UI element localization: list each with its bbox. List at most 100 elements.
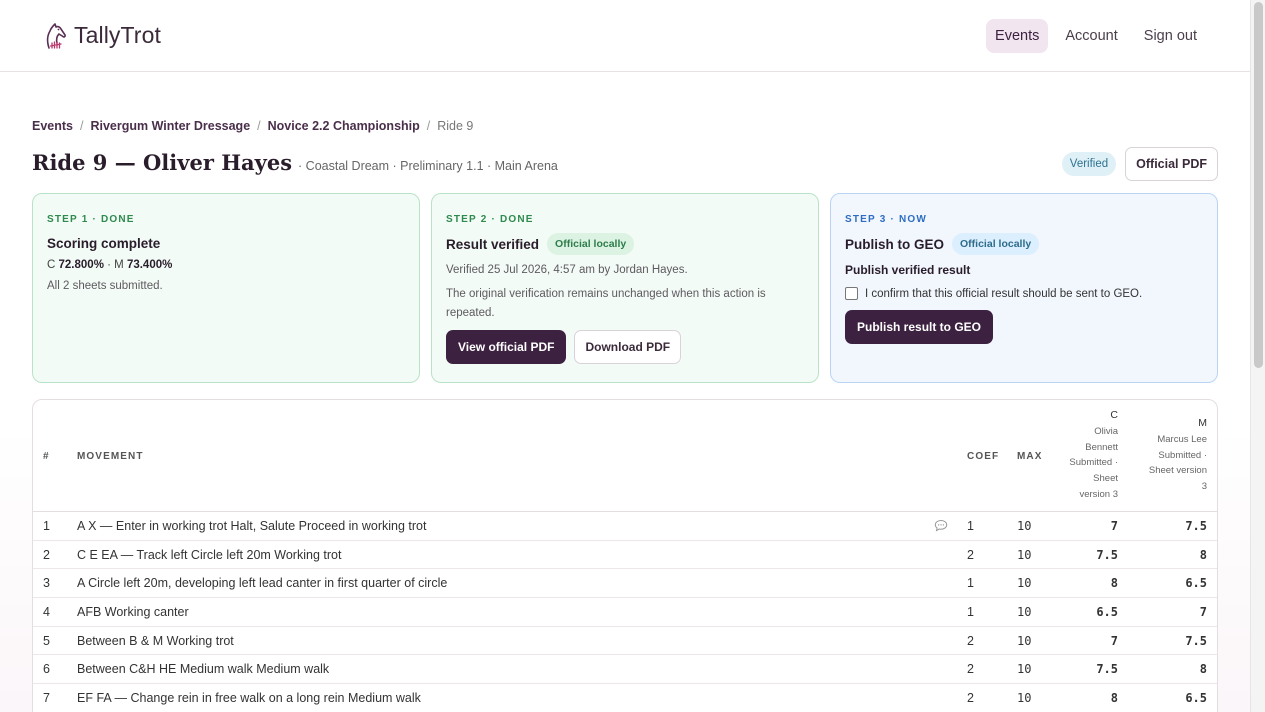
row-number: 4: [43, 605, 50, 620]
table-row: 7 EF FA — Change rein in free walk on a l…: [33, 684, 1217, 712]
judge-c-header: C Olivia Bennett Submitted · Sheet versi…: [1048, 408, 1118, 503]
ride-subtitle: · Coastal Dream · Preliminary 1.1 · Main…: [298, 159, 558, 173]
step-label: STEP 1 · DONE: [47, 214, 135, 225]
row-max: 10: [1017, 662, 1032, 677]
sheet-label: Sheet: [1093, 473, 1118, 485]
row-number: 3: [43, 576, 50, 591]
table-row: 4 AFB Working canter 1 10 6.5 7: [33, 598, 1217, 627]
comment-icon[interactable]: [934, 519, 948, 532]
step-heading: Publish to GEO Official locally: [845, 233, 1203, 255]
row-movement: EF FA — Change rein in free walk on a lo…: [77, 691, 421, 706]
page-scrollbar[interactable]: [1250, 0, 1265, 712]
row-judge-m-score: 8: [1199, 547, 1207, 562]
row-coef: 2: [967, 662, 974, 677]
sheet-version: 3: [1201, 481, 1207, 493]
row-judge-c-score: 6.5: [1096, 605, 1118, 620]
row-max: 10: [1017, 547, 1032, 562]
official-pdf-button[interactable]: Official PDF: [1125, 147, 1218, 181]
score-summary: C 72.800% · M 73.400%: [47, 259, 405, 271]
row-judge-c-score: 7.5: [1096, 662, 1118, 677]
sheets-note: All 2 sheets submitted.: [47, 280, 163, 292]
breadcrumb-competition[interactable]: Rivergum Winter Dressage: [90, 119, 250, 133]
confirm-row[interactable]: I confirm that this official result shou…: [845, 287, 1203, 300]
judge-name: Marcus Lee: [1157, 433, 1207, 445]
publish-to-geo-button[interactable]: Publish result to GEO: [845, 310, 994, 344]
row-judge-m-score: 6.5: [1185, 576, 1207, 591]
download-pdf-button[interactable]: Download PDF: [574, 329, 682, 364]
step-title: Scoring complete: [47, 236, 161, 251]
main-nav: Events Account Sign out: [986, 18, 1206, 53]
official-locally-pill: Official locally: [952, 233, 1040, 255]
breadcrumb-class[interactable]: Novice 2.2 Championship: [268, 119, 420, 133]
title-row: Ride 9 — Oliver Hayes · Coastal Dream · …: [32, 150, 558, 175]
official-locally-pill: Official locally: [547, 233, 635, 255]
confirm-label: I confirm that this official result shou…: [865, 287, 1143, 300]
publish-actions: Publish result to GEO: [845, 310, 1203, 344]
row-judge-m-score: 7.5: [1185, 519, 1207, 533]
row-max: 10: [1017, 605, 1032, 620]
confirm-checkbox[interactable]: [845, 287, 858, 300]
c-score: 72.800%: [58, 259, 104, 271]
workflow-steps: STEP 1 · DONE Scoring complete C 72.800%…: [32, 193, 1218, 383]
sheet-version: version 3: [1079, 488, 1118, 500]
m-prefix: · M: [107, 259, 124, 271]
row-movement: A X — Enter in working trot Halt, Salute…: [77, 519, 427, 533]
nav-events[interactable]: Events: [986, 18, 1049, 53]
judge-m-header: M Marcus Lee Submitted · Sheet version 3: [1127, 416, 1207, 495]
nav-sign-out[interactable]: Sign out: [1135, 19, 1206, 53]
row-coef: 1: [967, 605, 974, 620]
table-header: # MOVEMENT COEF MAX C Olivia Bennett Sub…: [33, 400, 1217, 512]
row-judge-m-score: 6.5: [1185, 691, 1207, 706]
row-judge-c-score: 7.5: [1096, 547, 1118, 562]
row-judge-c-score: 8: [1110, 576, 1118, 591]
row-number: 2: [43, 547, 50, 562]
row-movement: A Circle left 20m, developing left lead …: [77, 576, 448, 591]
breadcrumb-separator: /: [257, 119, 261, 133]
row-max: 10: [1017, 691, 1032, 706]
breadcrumb-ride: Ride 9: [437, 119, 474, 133]
scrollbar-thumb[interactable]: [1254, 2, 1263, 368]
table-row: 1 A X — Enter in working trot Halt, Salut…: [33, 512, 1217, 541]
brand[interactable]: TallyTrot: [40, 21, 161, 51]
row-judge-c-score: 8: [1110, 691, 1118, 706]
title-actions: Verified Official PDF: [1061, 147, 1218, 181]
row-movement: C E EA — Track left Circle left 20m Work…: [77, 547, 342, 562]
step-heading: Result verified Official locally: [446, 233, 804, 255]
pdf-actions: View official PDF Download PDF: [446, 329, 804, 364]
row-judge-c-score: 7: [1110, 519, 1118, 533]
row-movement: Between B & M Working trot: [77, 633, 234, 648]
row-number: 1: [43, 519, 50, 533]
judge-status: Submitted ·: [1158, 449, 1207, 461]
breadcrumb-separator: /: [426, 119, 431, 133]
row-number: 7: [43, 691, 50, 706]
row-max: 10: [1017, 519, 1032, 533]
breadcrumb: Events / Rivergum Winter Dressage / Novi…: [32, 119, 473, 133]
row-movement: AFB Working canter: [77, 605, 189, 620]
row-max: 10: [1017, 633, 1032, 648]
view-official-pdf-button[interactable]: View official PDF: [446, 329, 567, 364]
table-body: 1 A X — Enter in working trot Halt, Salut…: [33, 512, 1217, 712]
row-coef: 1: [967, 576, 974, 591]
row-judge-c-score: 7: [1110, 633, 1118, 648]
judge-name: Olivia: [1094, 425, 1118, 437]
judge-status: Submitted ·: [1069, 457, 1118, 469]
verification-note: The original verification remains unchan…: [446, 287, 766, 320]
brand-name: TallyTrot: [74, 22, 161, 48]
nav-account[interactable]: Account: [1056, 19, 1126, 53]
row-coef: 2: [967, 547, 974, 562]
c-prefix: C: [47, 259, 56, 271]
row-movement: Between C&H HE Medium walk Medium walk: [77, 662, 330, 677]
row-number: 6: [43, 662, 50, 677]
breadcrumb-events[interactable]: Events: [32, 119, 73, 133]
publish-subtitle: Publish verified result: [845, 263, 971, 277]
top-header: TallyTrot Events Account Sign out: [0, 0, 1250, 72]
breadcrumb-separator: /: [80, 119, 84, 133]
col-coef-header: COEF: [967, 451, 1000, 462]
row-judge-m-score: 7.5: [1185, 633, 1207, 648]
row-coef: 2: [967, 691, 974, 706]
row-coef: 2: [967, 633, 974, 648]
step-heading: Scoring complete: [47, 236, 405, 251]
status-badge: Verified: [1061, 152, 1117, 176]
horse-logo-icon: [46, 22, 66, 49]
page: TallyTrot Events Account Sign out Events…: [0, 0, 1250, 712]
